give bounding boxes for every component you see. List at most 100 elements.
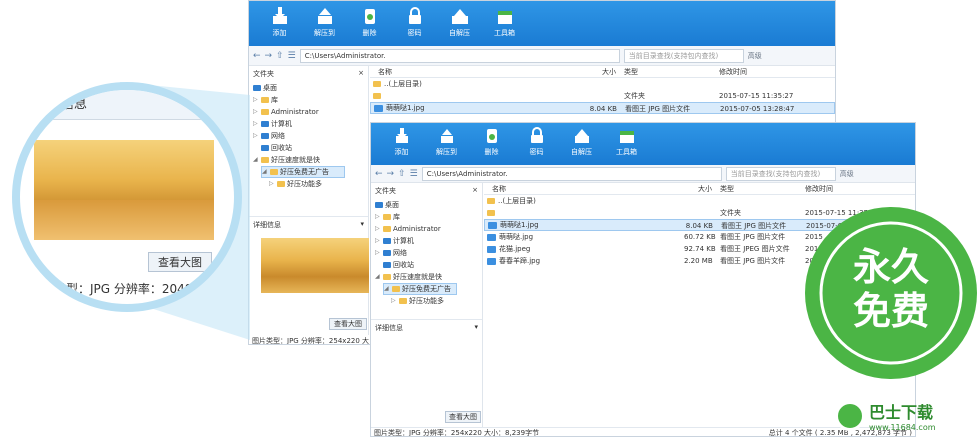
- tree-item-computer[interactable]: ▷ 计算机: [375, 235, 482, 247]
- folder-icon: [487, 198, 495, 204]
- lock-icon: [530, 127, 543, 143]
- add-icon: [395, 128, 408, 143]
- network-icon: [383, 250, 391, 256]
- tree-item-haozip-features[interactable]: ▷ 好压功能多: [391, 295, 482, 307]
- image-file-icon: [487, 257, 496, 265]
- desktop-icon: [253, 85, 261, 91]
- tree-item-computer[interactable]: ▷ 计算机: [253, 118, 368, 130]
- watermark-logo-icon: [835, 400, 865, 431]
- folder-icon: [383, 214, 391, 220]
- view-menu-icon[interactable]: ☰: [410, 169, 418, 179]
- add-icon: [272, 7, 287, 24]
- tree-item-network[interactable]: ▷ 网络: [375, 247, 482, 259]
- image-file-icon: [374, 104, 383, 112]
- close-icon[interactable]: ×: [472, 186, 478, 196]
- up-folder-icon[interactable]: ⇧: [276, 51, 284, 61]
- toolbar-toolbox-button[interactable]: 工具箱: [482, 6, 527, 46]
- folder-icon: [277, 181, 285, 187]
- toolbar-delete-button[interactable]: 删除: [347, 6, 392, 46]
- watermark-url: www.11684.com: [869, 423, 936, 432]
- toolbar-password-button[interactable]: 密码: [392, 6, 437, 46]
- toolbar-toolbox-button[interactable]: 工具箱: [604, 127, 649, 165]
- tree-item-recycle[interactable]: 回收站: [375, 259, 482, 271]
- recycle-bin-icon: [261, 145, 269, 151]
- search-input[interactable]: 当前目录查找(支持包内查找): [623, 48, 744, 63]
- tree-item-haozip-free[interactable]: ◢ 好压免费无广告: [383, 283, 457, 295]
- folder-icon: [392, 286, 400, 292]
- folder-icon: [270, 169, 278, 175]
- col-date[interactable]: 修改时间: [715, 66, 825, 77]
- view-large-button[interactable]: 查看大图: [445, 411, 481, 423]
- col-type[interactable]: 类型: [716, 183, 801, 194]
- tree-item-desktop[interactable]: 桌面: [253, 82, 368, 94]
- folder-icon: [383, 274, 391, 280]
- tree-item-haozip-fast[interactable]: ◢ 好压速度就是快: [375, 271, 482, 283]
- toolbar-add-button[interactable]: 添加: [257, 6, 302, 46]
- tree-item-haozip-features[interactable]: ▷ 好压功能多: [269, 178, 368, 190]
- tree-item-admin[interactable]: ▷ Administrator: [375, 223, 482, 235]
- toolbar-extract-button[interactable]: 解压到: [302, 6, 347, 46]
- close-icon[interactable]: ×: [358, 69, 364, 79]
- recycle-icon: [364, 9, 375, 24]
- image-file-icon: [487, 245, 496, 253]
- toolbar: 添加 解压到 删除 密码 自解压 工具箱: [249, 1, 835, 46]
- back-arrow-icon[interactable]: ←: [375, 169, 383, 179]
- toolbar-extract-button[interactable]: 解压到: [424, 127, 469, 165]
- toolbar-self-extract-button[interactable]: 自解压: [437, 6, 482, 46]
- up-folder-icon[interactable]: ⇧: [398, 169, 406, 179]
- address-bar: ← → ⇧ ☰ C:\Users\Administrator. 当前目录查找(支…: [249, 46, 835, 66]
- tree-item-haozip-fast[interactable]: ◢ 好压速度就是快: [253, 154, 368, 166]
- watermark-brand: 巴士下载: [869, 403, 934, 422]
- chevron-down-icon[interactable]: ▾: [360, 220, 364, 230]
- table-row[interactable]: 文件夹 2015-07-15 11:35:27: [370, 90, 835, 102]
- preview-image: [261, 238, 369, 293]
- toolbar-delete-button[interactable]: 删除: [469, 127, 514, 165]
- forward-arrow-icon[interactable]: →: [265, 51, 273, 61]
- chevron-down-icon[interactable]: ▾: [474, 323, 478, 333]
- table-row[interactable]: ..(上层目录): [370, 78, 835, 90]
- folder-icon: [261, 97, 269, 103]
- search-input[interactable]: 当前目录查找(支持包内查找): [725, 166, 836, 181]
- toolbar-add-button[interactable]: 添加: [379, 127, 424, 165]
- tree-item-library[interactable]: ▷ 库: [375, 211, 482, 223]
- col-size[interactable]: 大小: [684, 183, 716, 194]
- col-name[interactable]: 名称: [484, 183, 684, 194]
- path-field[interactable]: C:\Users\Administrator.: [299, 48, 620, 63]
- tree-item-recycle[interactable]: 回收站: [253, 142, 368, 154]
- back-arrow-icon[interactable]: ←: [253, 51, 261, 61]
- col-size[interactable]: 大小: [560, 66, 620, 77]
- col-date[interactable]: 修改时间: [801, 183, 901, 194]
- tree-item-haozip-free[interactable]: ◢ 好压免费无广告: [261, 166, 345, 178]
- view-menu-icon[interactable]: ☰: [288, 51, 296, 61]
- file-list-back: 名称 大小 类型 修改时间 ..(上层目录) 文件夹 2015-07-15 11:…: [370, 66, 835, 126]
- desktop-icon: [375, 202, 383, 208]
- recycle-icon: [486, 129, 497, 143]
- list-header: 名称 大小 类型 修改时间: [484, 183, 915, 195]
- toolbar-self-extract-button[interactable]: 自解压: [559, 127, 604, 165]
- network-icon: [261, 133, 269, 139]
- list-header: 名称 大小 类型 修改时间: [370, 66, 835, 78]
- folder-icon: [373, 93, 381, 99]
- zoom-view-large-button[interactable]: 查看大图: [148, 252, 212, 272]
- folder-panel: 文件夹 × 桌面 ▷ 库 ▷ Administrator ▷ 计算机 ▷ 网络 回收站 ◢…: [371, 183, 483, 427]
- table-row[interactable]: 萌萌哒1.jpg 8.04 KB 看图王 JPG 图片文件 2015-07-05 13…: [370, 102, 835, 114]
- tree-item-desktop[interactable]: 桌面: [375, 199, 482, 211]
- toolbar-password-button[interactable]: 密码: [514, 127, 559, 165]
- col-type[interactable]: 类型: [620, 66, 715, 77]
- tree-item-library[interactable]: ▷ 库: [253, 94, 368, 106]
- advanced-search-button[interactable]: 高级: [840, 169, 854, 179]
- user-folder-icon: [383, 226, 391, 232]
- zoom-magnifier: 细信息 查看大图 片类型：JPG 分辨率：2048: [12, 82, 242, 312]
- tree-item-network[interactable]: ▷ 网络: [253, 130, 368, 142]
- view-large-button[interactable]: 查看大图: [329, 318, 367, 330]
- forward-arrow-icon[interactable]: →: [387, 169, 395, 179]
- badge-line-1: 永久: [852, 245, 929, 289]
- advanced-search-button[interactable]: 高级: [748, 51, 762, 61]
- tree-item-admin[interactable]: ▷ Administrator: [253, 106, 368, 118]
- path-field[interactable]: C:\Users\Administrator.: [421, 166, 722, 181]
- free-forever-badge: 永久 免费: [803, 205, 979, 381]
- toolbox-icon: [497, 11, 512, 24]
- computer-icon: [383, 238, 391, 244]
- folder-icon: [373, 81, 381, 87]
- col-name[interactable]: 名称: [370, 66, 560, 77]
